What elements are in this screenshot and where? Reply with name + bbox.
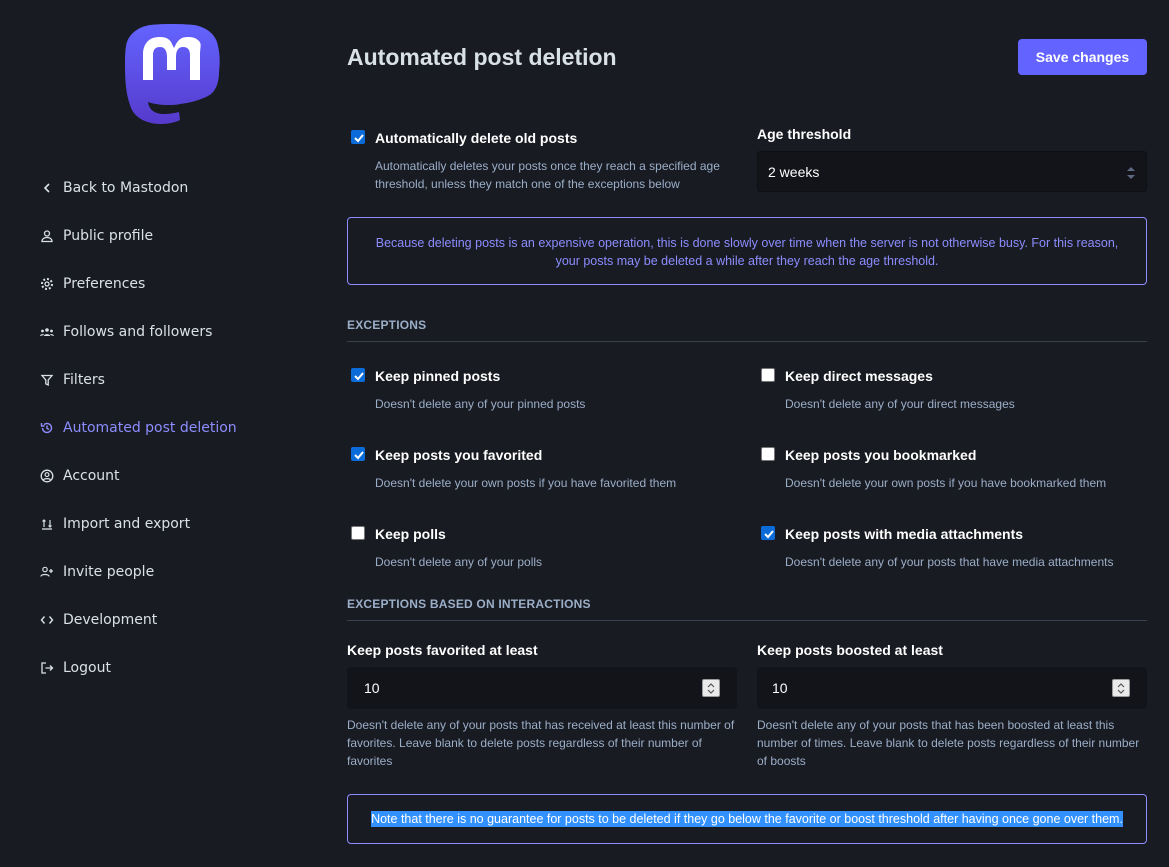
deletion-notice: Because deleting posts is an expensive o… [347,217,1147,285]
auto-delete-hint: Automatically deletes your posts once th… [375,159,720,191]
sidebar-item-label: Public profile [63,228,154,244]
keep-direct-label[interactable]: Keep direct messages [785,368,933,384]
history-icon [40,421,54,435]
chevron-left-icon [40,181,54,195]
sidebar-item-label: Back to Mastodon [63,180,189,196]
keep-polls-hint: Doesn't delete any of your polls [375,555,543,569]
threshold-guarantee-note-text: Note that there is no guarantee for post… [371,811,1123,827]
spinner-up-icon [707,683,715,688]
sidebar-item-label: Import and export [63,516,191,532]
spinner-down-icon [1117,689,1125,694]
keep-media-checkbox[interactable] [761,526,775,540]
sidebar-item-follows[interactable]: Follows and followers [0,308,320,356]
favorites-threshold-label: Keep posts favorited at least [347,642,538,658]
interactions-heading: EXCEPTIONS BASED ON INTERACTIONS [347,597,1147,621]
sidebar-item-filters[interactable]: Filters [0,356,320,404]
user-plus-icon [40,565,54,579]
exception-keep-bookmarked: Keep posts you bookmarked Doesn't delete… [757,443,1147,493]
page-title: Automated post deletion [347,44,617,70]
spinner-down-icon [707,689,715,694]
sidebar-item-back[interactable]: Back to Mastodon [0,164,320,212]
user-circle-icon [40,469,54,483]
sidebar-item-public-profile[interactable]: Public profile [0,212,320,260]
keep-media-label[interactable]: Keep posts with media attachments [785,526,1023,542]
keep-bookmarked-label[interactable]: Keep posts you bookmarked [785,447,976,463]
boosts-threshold-hint: Doesn't delete any of your posts that ha… [757,718,1140,768]
boosts-spinner[interactable] [1112,679,1130,697]
favorites-spinner[interactable] [702,679,720,697]
gear-icon [40,277,54,291]
save-changes-button[interactable]: Save changes [1018,39,1147,75]
keep-bookmarked-hint: Doesn't delete your own posts if you hav… [785,476,1107,490]
exception-keep-direct: Keep direct messages Doesn't delete any … [757,364,1147,414]
keep-favorited-label[interactable]: Keep posts you favorited [375,447,542,463]
keep-pinned-label[interactable]: Keep pinned posts [375,368,500,384]
keep-media-hint: Doesn't delete any of your posts that ha… [785,555,1114,569]
boosts-threshold-value: 10 [772,680,788,696]
sidebar-item-automated-post-deletion[interactable]: Automated post deletion [0,404,320,452]
exceptions-heading: EXCEPTIONS [347,318,1147,342]
keep-bookmarked-checkbox[interactable] [761,447,775,461]
auto-delete-option: Automatically delete old posts Automatic… [347,126,737,196]
sidebar-item-label: Follows and followers [63,324,213,340]
keep-favorited-checkbox[interactable] [351,447,365,461]
code-icon [40,613,54,627]
threshold-guarantee-note: Note that there is no guarantee for post… [347,794,1147,844]
sidebar-item-label: Filters [63,372,105,388]
keep-polls-checkbox[interactable] [351,526,365,540]
sidebar-item-label: Invite people [63,564,155,580]
boosts-threshold-input[interactable]: 10 [757,667,1147,709]
sidebar-item-import-export[interactable]: Import and export [0,500,320,548]
age-threshold-select[interactable]: 2 weeks [757,151,1147,192]
keep-favorited-hint: Doesn't delete your own posts if you hav… [375,476,677,490]
filter-icon [40,373,54,387]
sidebar-item-invite-people[interactable]: Invite people [0,548,320,596]
exception-keep-favorited: Keep posts you favorited Doesn't delete … [347,443,737,493]
keep-polls-label[interactable]: Keep polls [375,526,446,542]
mastodon-logo-icon[interactable] [124,24,220,124]
age-threshold-value: 2 weeks [768,163,820,180]
keep-direct-hint: Doesn't delete any of your direct messag… [785,397,1015,411]
auto-delete-checkbox[interactable] [351,130,365,144]
sidebar-nav: Back to Mastodon Public profile Preferen… [0,164,320,692]
sidebar-item-label: Logout [63,660,111,676]
spinner-up-icon [1117,683,1125,688]
sidebar-item-label: Automated post deletion [63,420,237,436]
exception-keep-pinned: Keep pinned posts Doesn't delete any of … [347,364,737,414]
boosts-threshold-label: Keep posts boosted at least [757,642,943,658]
import-export-icon [40,517,54,531]
sidebar-item-logout[interactable]: Logout [0,644,320,692]
sidebar-item-preferences[interactable]: Preferences [0,260,320,308]
age-threshold-label: Age threshold [757,126,852,142]
select-arrows-icon [1127,167,1135,179]
favorites-threshold-input[interactable]: 10 [347,667,737,709]
sidebar-item-label: Account [63,468,120,484]
sidebar: Back to Mastodon Public profile Preferen… [0,0,320,867]
person-icon [40,229,54,243]
sidebar-item-account[interactable]: Account [0,452,320,500]
favorites-threshold-hint: Doesn't delete any of your posts that ha… [347,718,735,768]
people-icon [40,325,54,339]
keep-direct-checkbox[interactable] [761,368,775,382]
keep-pinned-checkbox[interactable] [351,368,365,382]
logout-icon [40,661,54,675]
favorites-threshold-value: 10 [364,680,380,696]
sidebar-item-label: Preferences [63,276,146,292]
exception-keep-polls: Keep polls Doesn't delete any of your po… [347,522,737,572]
sidebar-item-label: Development [63,612,158,628]
exception-keep-media: Keep posts with media attachments Doesn'… [757,522,1147,572]
sidebar-item-development[interactable]: Development [0,596,320,644]
auto-delete-label[interactable]: Automatically delete old posts [375,130,577,146]
keep-pinned-hint: Doesn't delete any of your pinned posts [375,397,586,411]
